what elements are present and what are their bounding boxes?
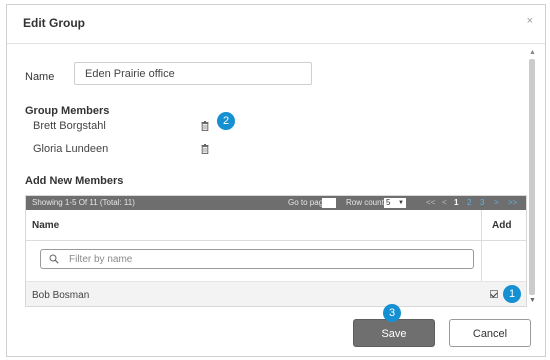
column-header-name[interactable]: Name [32,220,59,231]
filter-by-name-input[interactable] [69,252,459,266]
page-3-button[interactable]: 3 [480,196,484,210]
dialog-footer: Save Cancel [7,307,545,358]
dialog-title: Edit Group [23,16,85,30]
scroll-thumb[interactable] [529,59,535,295]
callout-badge: 1 [503,285,521,303]
members-grid: Showing 1-5 Of 11 (Total: 11) Go to page… [25,195,527,307]
member-name: Gloria Lundeen [33,143,109,155]
add-member-checkbox[interactable] [490,290,498,298]
grid-pager: Showing 1-5 Of 11 (Total: 11) Go to page… [26,196,526,210]
trash-icon[interactable] [201,144,209,154]
name-label: Name [25,71,55,83]
scroll-down-icon[interactable]: ▼ [529,297,536,304]
row-count-label: Row count: [346,198,387,207]
add-new-members-title: Add New Members [25,175,124,187]
first-page-button[interactable]: << [426,196,435,210]
dialog-content: Name Group Members Brett Borgstahl Glori… [7,44,527,307]
save-button[interactable]: Save [353,319,435,347]
member-name-cell: Bob Bosman [32,290,90,301]
table-row: Bob Bosman [26,282,526,306]
trash-icon[interactable] [201,121,209,131]
search-icon [49,254,59,264]
group-members-title: Group Members [25,105,110,117]
filter-row [26,241,526,282]
dialog-scrollbar[interactable]: ▲ ▼ [527,49,537,307]
cancel-button[interactable]: Cancel [449,319,531,347]
column-header-add: Add [492,220,512,231]
scroll-up-icon[interactable]: ▲ [529,49,536,56]
pager-showing-text: Showing 1-5 Of 11 (Total: 11) [32,198,135,207]
callout-badge: 2 [217,112,235,130]
goto-page-input[interactable] [322,198,336,208]
next-page-button[interactable]: > [494,196,499,210]
grid-header-row: Name Add [26,210,526,241]
last-page-button[interactable]: >> [508,196,517,210]
row-count-select[interactable]: 5 ▼ [384,198,406,208]
dialog-header: Edit Group × [7,5,545,44]
filter-box[interactable] [40,249,474,269]
group-name-input[interactable] [74,62,312,85]
close-icon[interactable]: × [527,15,533,27]
edit-group-dialog: Edit Group × Name Group Members Brett Bo… [6,4,546,357]
page-2-button[interactable]: 2 [467,196,471,210]
chevron-down-icon: ▼ [398,200,404,206]
prev-page-button[interactable]: < [442,196,447,210]
member-name: Brett Borgstahl [33,120,106,132]
callout-badge: 3 [383,304,401,322]
row-count-value: 5 [386,198,391,207]
page-1-button[interactable]: 1 [454,196,458,210]
